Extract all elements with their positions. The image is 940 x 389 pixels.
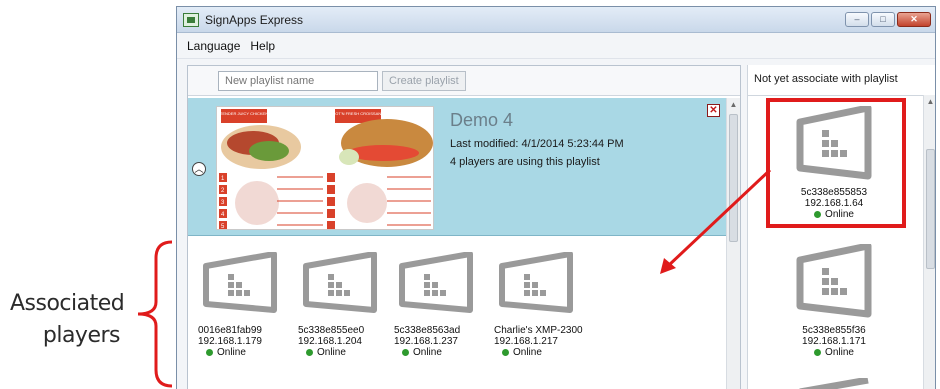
unassociated-players-list: 5c338e855853 192.168.1.64 Online 5c338e8… <box>748 95 924 389</box>
display-screen-icon <box>796 104 872 180</box>
unassociated-player[interactable]: 5c338e855f36 192.168.1.171 Online <box>772 242 896 358</box>
player-status: Online <box>494 347 604 358</box>
playlist-thumbnail: TENDER JUICY CHICKEN HOT'N FRESH CROISSA… <box>216 106 434 230</box>
left-banner-text: TENDER JUICY CHICKEN <box>220 111 268 116</box>
window-title: SignApps Express <box>205 12 304 27</box>
player-ip: 192.168.1.179 <box>198 336 262 347</box>
player-status: Online <box>198 347 294 358</box>
player-status: Online <box>772 347 896 358</box>
window-controls: – □ ✕ <box>845 12 931 27</box>
associated-player[interactable]: Charlie's XMP-2300 192.168.1.217 Online <box>494 251 604 358</box>
player-ip: 192.168.1.217 <box>494 336 558 347</box>
playlist-modified: Last modified: 4/1/2014 5:23:44 PM <box>450 138 624 150</box>
online-dot-icon <box>402 349 409 356</box>
annotation-line-1: Associated <box>10 291 125 316</box>
create-playlist-button[interactable]: Create playlist <box>382 70 466 91</box>
playlist-pane: Create playlist ︿ TENDER JUICY CHICKEN H… <box>187 65 741 389</box>
maximize-button[interactable]: □ <box>871 12 895 27</box>
player-name: 5c338e855ee0 <box>298 325 365 336</box>
title-bar[interactable]: SignApps Express – □ ✕ <box>177 7 935 33</box>
display-screen-icon <box>203 251 277 313</box>
chevron-up-icon[interactable]: ︿ <box>192 162 206 176</box>
scroll-up-icon[interactable]: ▲ <box>727 98 740 112</box>
associated-player[interactable]: 5c338e8563ad 192.168.1.237 Online <box>394 251 490 358</box>
player-ip: 192.168.1.64 <box>804 198 864 209</box>
player-name: 5c338e8563ad <box>394 325 461 336</box>
display-screen-icon <box>796 242 872 318</box>
unassociated-player[interactable]: 5c338e855853 192.168.1.64 Online <box>772 104 896 220</box>
menu-help[interactable]: Help <box>250 39 275 53</box>
online-dot-icon <box>814 349 822 356</box>
unassociated-header: Not yet associate with playlist <box>754 73 898 85</box>
menu-language[interactable]: Language <box>187 39 240 53</box>
playlist-player-count: 4 players are using this playlist <box>450 156 600 168</box>
close-button[interactable]: ✕ <box>897 12 931 27</box>
unassociated-pane: Not yet associate with playlist 5c338e85… <box>747 65 935 389</box>
player-status: Online <box>298 347 394 358</box>
right-banner-text: HOT'N FRESH CROISSANT <box>332 111 384 116</box>
playlist-scrollbar[interactable]: ▲ <box>726 98 740 389</box>
playlist-card[interactable]: ︿ TENDER JUICY CHICKEN HOT'N FRESH CROIS… <box>188 98 726 236</box>
player-name: Charlie's XMP-2300 <box>494 325 583 336</box>
online-dot-icon <box>206 349 213 356</box>
unassociated-player-partial[interactable] <box>772 376 896 389</box>
unassociated-scrollbar[interactable]: ▲ <box>923 95 935 389</box>
player-ip: 192.168.1.171 <box>802 336 866 347</box>
player-ip: 192.168.1.204 <box>298 336 362 347</box>
associated-player[interactable]: 0016e81fab99 192.168.1.179 Online <box>198 251 294 358</box>
new-playlist-input[interactable] <box>218 70 378 91</box>
associated-player[interactable]: 5c338e855ee0 192.168.1.204 Online <box>298 251 394 358</box>
annotation-line-2: players <box>42 323 121 348</box>
display-screen-icon <box>499 251 573 313</box>
annotation-label: Associated players <box>10 288 125 352</box>
player-name: 5c338e855853 <box>800 187 868 198</box>
playlist-name: Demo 4 <box>450 110 514 130</box>
app-window: SignApps Express – □ ✕ Language Help Cre… <box>176 6 936 389</box>
player-name: 0016e81fab99 <box>198 325 262 336</box>
display-screen-icon <box>399 251 473 313</box>
playlist-toolbar: Create playlist <box>188 66 740 96</box>
display-screen-icon <box>799 376 869 389</box>
minimize-button[interactable]: – <box>845 12 869 27</box>
menu-bar: Language Help <box>177 33 935 59</box>
stage: Associated players SignApps Express – □ … <box>0 0 940 389</box>
player-name: 5c338e855f36 <box>802 325 866 336</box>
app-icon <box>183 12 199 27</box>
player-status: Online <box>772 209 896 220</box>
display-screen-icon <box>303 251 377 313</box>
close-icon[interactable]: ✕ <box>707 104 720 117</box>
annotation-brace <box>137 240 173 388</box>
online-dot-icon <box>306 349 313 356</box>
menu-board-image: TENDER JUICY CHICKEN HOT'N FRESH CROISSA… <box>217 107 433 229</box>
player-ip: 192.168.1.237 <box>394 336 458 347</box>
scrollbar-thumb[interactable] <box>729 114 738 242</box>
player-status: Online <box>394 347 490 358</box>
scroll-up-icon[interactable]: ▲ <box>924 95 935 109</box>
online-dot-icon <box>814 211 822 218</box>
online-dot-icon <box>502 349 509 356</box>
associated-players-list: 0016e81fab99 192.168.1.179 Online 5c338e… <box>188 238 726 389</box>
scrollbar-thumb[interactable] <box>926 149 935 269</box>
